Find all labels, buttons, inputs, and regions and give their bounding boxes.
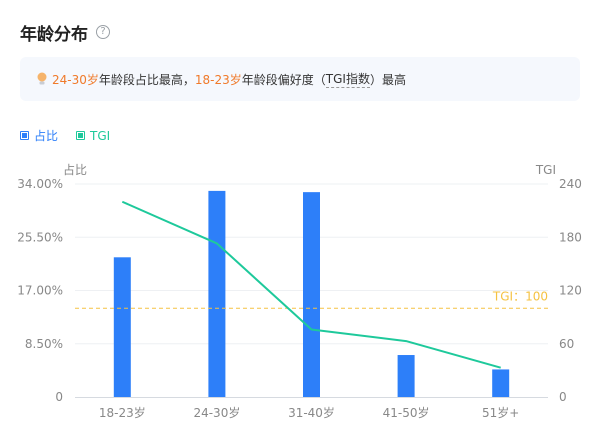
bar-share-3 xyxy=(397,355,415,397)
x-axis-tick-label: 18-23岁 xyxy=(99,405,146,420)
insight-age-peak: 24-30岁 xyxy=(52,72,99,87)
left-axis-title: 占比 xyxy=(63,162,87,177)
insight-age-pref: 18-23岁 xyxy=(194,72,242,87)
left-axis-tick-label: 34.00% xyxy=(17,177,63,191)
right-axis-tick-label: 240 xyxy=(559,177,582,191)
right-axis-tick-label: 120 xyxy=(559,284,582,298)
right-axis-title: TGI xyxy=(535,163,556,177)
insight-text-end-pre: 年龄段偏好度（ xyxy=(241,72,326,87)
left-axis-tick-label: 17.00% xyxy=(17,284,63,298)
insight-text-mid: 年龄段占比最高， xyxy=(98,72,195,87)
chart-header: 年龄分布 ? xyxy=(20,18,110,46)
bar-share-4 xyxy=(492,369,510,397)
legend-swatch-share xyxy=(20,131,29,140)
bar-share-1 xyxy=(208,190,226,397)
left-axis-tick-label: 0 xyxy=(55,390,63,404)
tgi-reference-label: TGI：100 xyxy=(492,289,548,303)
lightbulb-icon xyxy=(37,72,47,85)
page-title: 年龄分布 xyxy=(20,24,88,45)
x-axis-tick-label: 41-50岁 xyxy=(383,405,430,420)
insight-text-end-post: ）最高 xyxy=(369,72,406,87)
left-axis-tick-label: 8.50% xyxy=(25,337,63,351)
x-axis-tick-label: 31-40岁 xyxy=(288,405,335,420)
right-axis-tick-label: 180 xyxy=(559,230,582,244)
x-axis-tick-label: 24-30岁 xyxy=(193,405,240,420)
right-axis-tick-label: 0 xyxy=(559,390,567,404)
legend-label-share: 占比 xyxy=(34,129,59,143)
age-distribution-chart: 0 8.50% 17.00% 25.50% 34.00% 0 60 120 180 240 占比 TG… xyxy=(17,162,582,420)
insight-banner: 24-30岁 年龄段占比最高， 18-23岁 年龄段偏好度（ TGI指数 ）最高 xyxy=(20,57,580,101)
legend-swatch-tgi xyxy=(76,131,86,140)
legend-label-tgi: TGI xyxy=(90,128,111,143)
question-circle-icon[interactable]: ? xyxy=(96,25,110,39)
legend-item-share[interactable]: 占比 xyxy=(20,127,58,144)
bar-share-0 xyxy=(113,257,131,397)
tgi-term-link[interactable]: TGI指数 xyxy=(325,70,370,88)
chart-legend: 占比 TGI xyxy=(20,127,128,144)
legend-item-tgi[interactable]: TGI xyxy=(76,129,110,143)
x-axis-tick-label: 51岁+ xyxy=(482,405,519,420)
left-axis-tick-label: 25.50% xyxy=(17,230,63,244)
right-axis-tick-label: 60 xyxy=(559,337,574,351)
bar-share-2 xyxy=(303,192,320,397)
